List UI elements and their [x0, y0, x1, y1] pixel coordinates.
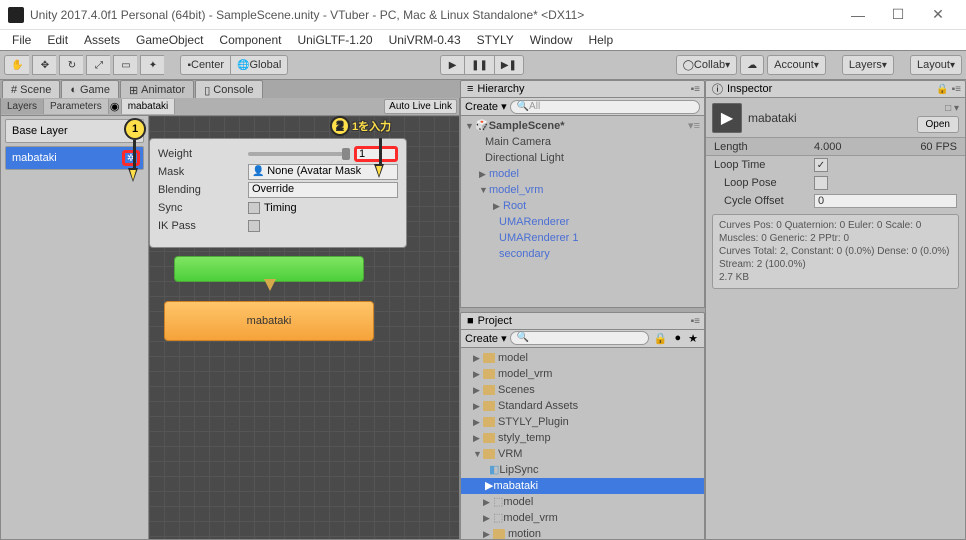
menu-bar: File Edit Assets GameObject Component Un…: [0, 30, 966, 50]
window-title: Unity 2017.4.0f1 Personal (64bit) - Samp…: [30, 8, 838, 22]
hierarchy-search-input[interactable]: 🔍All: [510, 100, 700, 114]
weight-input[interactable]: 1: [354, 146, 398, 162]
loop-pose-label: Loop Pose: [714, 177, 814, 189]
rect-tool-button[interactable]: ▭: [113, 55, 137, 75]
open-button[interactable]: Open: [917, 116, 959, 133]
hierarchy-create-button[interactable]: Create ▾: [465, 100, 507, 113]
transform-tool-button[interactable]: ✦: [140, 55, 164, 75]
auto-live-link-button[interactable]: Auto Live Link: [384, 99, 457, 114]
menu-styly[interactable]: STYLY: [471, 31, 520, 49]
rotate-tool-button[interactable]: ↻: [59, 55, 83, 75]
eye-icon[interactable]: ◉: [109, 100, 121, 113]
loop-time-checkbox[interactable]: ✓: [814, 158, 828, 172]
length-value: 4.000: [814, 141, 842, 153]
tab-animator[interactable]: ⊞ Animator: [120, 80, 194, 98]
breadcrumb[interactable]: mabataki: [121, 99, 176, 114]
asset-thumbnail-icon: ▶: [712, 103, 742, 133]
subtab-parameters[interactable]: Parameters: [44, 99, 109, 114]
subtab-layers[interactable]: Layers: [1, 99, 44, 114]
panel-options-icon[interactable]: 🔒 ▪≡: [936, 84, 961, 95]
tab-scene[interactable]: # Scene: [2, 80, 60, 98]
account-button[interactable]: Account ▾: [767, 55, 826, 75]
panel-options-icon[interactable]: ▪≡: [691, 316, 700, 327]
project-search-input[interactable]: 🔍: [510, 331, 649, 345]
blending-label: Blending: [158, 184, 248, 196]
hierarchy-header: ≡ Hierarchy▪≡: [460, 80, 705, 98]
menu-edit[interactable]: Edit: [41, 31, 74, 49]
menu-unigltf[interactable]: UniGLTF-1.20: [291, 31, 378, 49]
layer-base[interactable]: Base Layer: [5, 119, 144, 143]
fps-label: 60 FPS: [920, 141, 957, 153]
panel-options-icon[interactable]: ▪≡: [691, 84, 700, 95]
step-button[interactable]: ▶❚: [494, 55, 524, 75]
asset-name: mabataki: [748, 111, 911, 125]
project-header: ■ Project▪≡: [460, 312, 705, 330]
project-create-button[interactable]: Create ▾: [465, 332, 507, 345]
layout-button[interactable]: Layout ▾: [910, 55, 962, 75]
pause-button[interactable]: ❚❚: [464, 55, 494, 75]
tab-console[interactable]: ▯ Console: [195, 80, 262, 98]
menu-window[interactable]: Window: [524, 31, 579, 49]
menu-help[interactable]: Help: [582, 31, 619, 49]
menu-assets[interactable]: Assets: [78, 31, 126, 49]
filter-icon[interactable]: ●: [672, 332, 683, 344]
layer-list: Base Layer mabataki ✲: [1, 116, 149, 539]
sync-label: Sync: [158, 202, 248, 214]
layer-mabataki[interactable]: mabataki ✲: [5, 146, 144, 170]
filter-icon[interactable]: ★: [686, 332, 700, 345]
menu-gameobject[interactable]: GameObject: [130, 31, 209, 49]
length-label: Length: [714, 141, 814, 153]
ikpass-checkbox[interactable]: [248, 220, 260, 232]
cycle-offset-input[interactable]: 0: [814, 194, 957, 208]
weight-label: Weight: [158, 148, 248, 160]
annotation-badge-1: 1: [124, 118, 146, 140]
cloud-button[interactable]: ☁: [740, 55, 764, 75]
scale-tool-button[interactable]: ⤢: [86, 55, 110, 75]
tab-game[interactable]: ◐ Game: [61, 80, 119, 98]
menu-univrm[interactable]: UniVRM-0.43: [383, 31, 467, 49]
loop-time-label: Loop Time: [714, 159, 814, 171]
annotation-text-2: 21を入力: [330, 116, 391, 136]
state-node-mabataki[interactable]: mabataki: [164, 301, 374, 341]
transition-arrow-icon: [264, 279, 276, 291]
loop-pose-checkbox[interactable]: [814, 176, 828, 190]
pivot-center-button[interactable]: ▪ Center: [180, 55, 230, 75]
layer-settings-gear-icon[interactable]: ✲: [122, 150, 140, 166]
main-toolbar: ✋ ✥ ↻ ⤢ ▭ ✦ ▪ Center 🌐 Global ▶ ❚❚ ▶❚ ◯ …: [0, 50, 966, 80]
minimize-button[interactable]: —: [838, 1, 878, 29]
hierarchy-tree[interactable]: ▼🎲 SampleScene*▾≡ Main Camera Directiona…: [461, 116, 704, 264]
filter-icon[interactable]: 🔒: [652, 332, 670, 345]
menu-file[interactable]: File: [6, 31, 37, 49]
asset-tag-icon[interactable]: □ ▾: [945, 103, 959, 114]
unity-logo-icon: [8, 7, 24, 23]
ikpass-label: IK Pass: [158, 220, 248, 232]
animator-graph[interactable]: Weight 1 Mask 👤 None (Avatar Mask Blendi…: [149, 116, 459, 539]
cycle-offset-label: Cycle Offset: [714, 195, 814, 207]
layer-settings-popup: Weight 1 Mask 👤 None (Avatar Mask Blendi…: [149, 138, 407, 248]
menu-component[interactable]: Component: [213, 31, 287, 49]
mask-label: Mask: [158, 166, 248, 178]
weight-slider[interactable]: [248, 152, 350, 156]
hand-tool-button[interactable]: ✋: [4, 55, 29, 75]
pivot-global-button[interactable]: 🌐 Global: [230, 55, 288, 75]
project-item-selected: ▶ mabataki: [461, 478, 704, 494]
sync-checkbox[interactable]: [248, 202, 260, 214]
move-tool-button[interactable]: ✥: [32, 55, 56, 75]
inspector-header: ⓘ Inspector🔒 ▪≡: [705, 80, 966, 98]
play-button[interactable]: ▶: [440, 55, 464, 75]
layers-button[interactable]: Layers ▾: [842, 55, 894, 75]
blending-dropdown[interactable]: Override: [248, 182, 398, 198]
project-tree[interactable]: ▶model ▶model_vrm ▶Scenes ▶Standard Asse…: [461, 348, 704, 539]
collab-button[interactable]: ◯ Collab ▾: [676, 55, 737, 75]
curves-info: Curves Pos: 0 Quaternion: 0 Euler: 0 Sca…: [712, 214, 959, 289]
title-bar: Unity 2017.4.0f1 Personal (64bit) - Samp…: [0, 0, 966, 30]
timing-label: Timing: [264, 202, 297, 214]
maximize-button[interactable]: ☐: [878, 1, 918, 29]
close-button[interactable]: ✕: [918, 1, 958, 29]
